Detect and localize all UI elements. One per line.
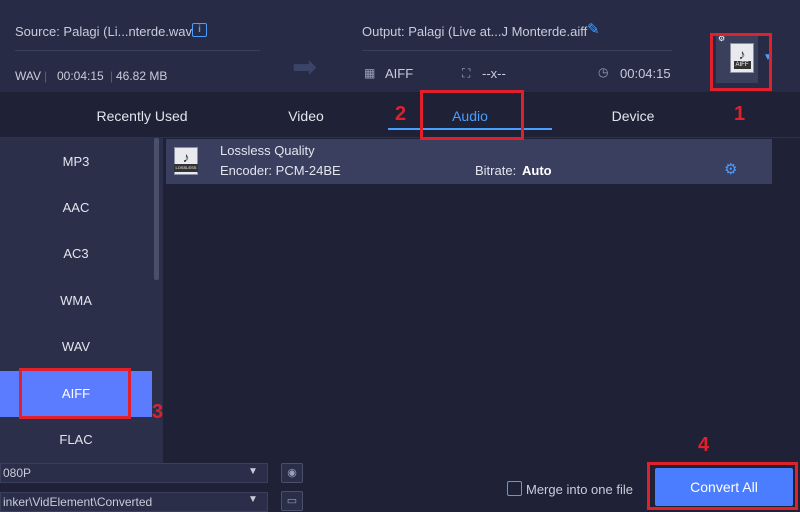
annotation-box-4: [647, 462, 798, 510]
source-format: WAV: [15, 69, 41, 83]
preset-bitrate-label: Bitrate:: [475, 163, 517, 178]
arrow-right-icon: ➡: [292, 51, 318, 84]
output-filename: Output: Palagi (Live at...J Monterde.aif…: [362, 24, 588, 39]
format-item-wav[interactable]: WAV: [0, 324, 152, 370]
divider: [15, 50, 260, 51]
preset-encoder: Encoder: PCM-24BE: [220, 163, 341, 178]
output-path-field[interactable]: inker\VidElement\Converted: [0, 492, 268, 512]
output-path-value: inker\VidElement\Converted: [3, 495, 153, 509]
divider: |: [110, 69, 114, 83]
source-filename: Source: Palagi (Li...nterde.wav: [15, 24, 193, 39]
chevron-down-icon[interactable]: ▼: [248, 466, 258, 477]
resolution-value: 080P: [3, 466, 32, 480]
tab-recently-used[interactable]: Recently Used: [62, 108, 222, 124]
resolution-icon: ⛶: [462, 66, 471, 80]
format-item-ac3[interactable]: AC3: [0, 231, 152, 277]
output-duration: 00:04:15: [620, 66, 671, 81]
preset-title: Lossless Quality: [220, 143, 315, 158]
output-resolution: --x--: [482, 66, 506, 81]
tab-video[interactable]: Video: [226, 108, 386, 124]
annotation-box-2: [420, 90, 524, 140]
format-item-mp3[interactable]: MP3: [0, 139, 152, 185]
annotation-number-4: 4: [698, 434, 710, 456]
lossless-audio-icon: ♪ LOSSLESS: [173, 147, 199, 175]
source-duration: 00:04:15: [57, 69, 104, 83]
preset-bitrate-value: Auto: [522, 163, 552, 178]
divider: [362, 50, 672, 51]
annotation-number-3: 3: [152, 401, 164, 423]
output-format: AIFF: [385, 66, 414, 81]
annotation-number-2: 2: [395, 103, 407, 125]
merge-label: Merge into one file: [526, 482, 633, 497]
source-size: 46.82 MB: [116, 69, 168, 83]
annotation-number-1: 1: [734, 103, 746, 125]
film-icon: ▦: [364, 66, 376, 80]
divider: |: [44, 69, 48, 83]
clock-icon: ◷: [598, 65, 609, 79]
folder-icon[interactable]: ▭: [281, 491, 303, 511]
resolution-select[interactable]: 080P: [0, 463, 268, 483]
format-item-flac[interactable]: FLAC: [0, 417, 152, 463]
tab-device[interactable]: Device: [553, 108, 713, 124]
annotation-box-3: [19, 368, 131, 419]
annotation-box-1: [710, 33, 772, 91]
hardware-accel-button[interactable]: ◉: [281, 463, 303, 483]
sidebar-scrollbar[interactable]: [154, 138, 159, 280]
chevron-down-icon[interactable]: ▼: [248, 494, 258, 505]
merge-checkbox[interactable]: [507, 481, 522, 496]
format-item-wma[interactable]: WMA: [0, 278, 152, 324]
edit-icon[interactable]: ✎: [587, 20, 600, 38]
gear-icon[interactable]: ⚙: [724, 160, 737, 178]
format-item-aac[interactable]: AAC: [0, 185, 152, 231]
info-icon[interactable]: i: [192, 23, 207, 37]
